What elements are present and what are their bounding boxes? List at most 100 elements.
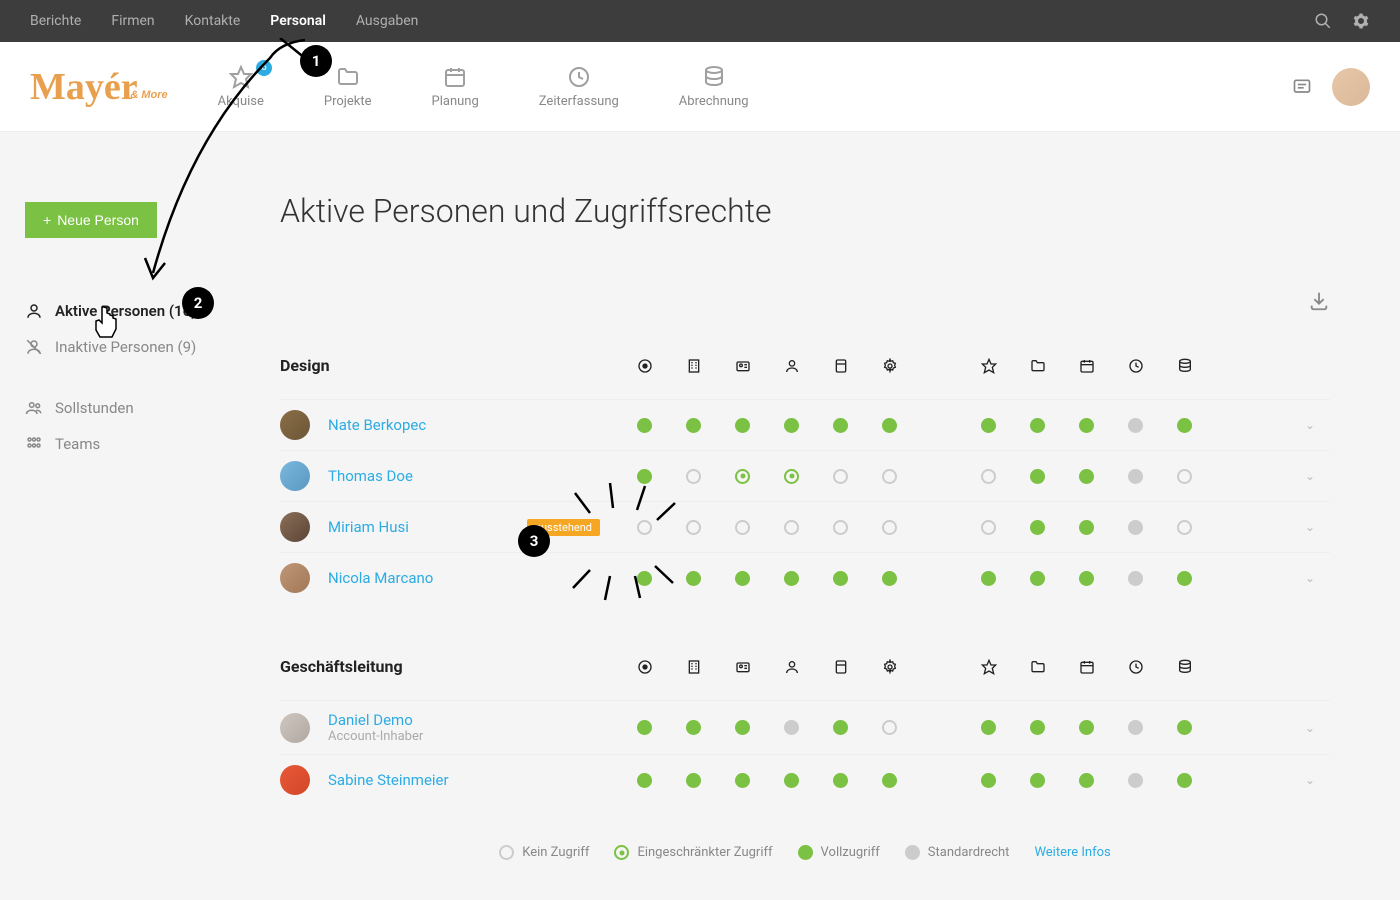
top-nav-ausgaben[interactable]: Ausgaben <box>356 13 419 29</box>
perm-cell[interactable] <box>669 418 718 433</box>
expand-button[interactable]: ⌄ <box>1290 469 1330 483</box>
perm-cell[interactable] <box>865 520 914 535</box>
perm-cell[interactable] <box>620 571 669 586</box>
perm-cell[interactable] <box>669 520 718 535</box>
expand-button[interactable]: ⌄ <box>1290 418 1330 432</box>
person-link[interactable]: Thomas Doe <box>328 467 413 485</box>
expand-button[interactable]: ⌄ <box>1290 571 1330 585</box>
perm-cell[interactable] <box>964 571 1013 586</box>
perm-cell[interactable] <box>964 418 1013 433</box>
perm-cell[interactable] <box>1111 773 1160 788</box>
perm-cell[interactable] <box>865 418 914 433</box>
main-nav-abrechnung[interactable]: Abrechnung <box>679 65 749 109</box>
perm-cell[interactable] <box>1013 418 1062 433</box>
avatar[interactable] <box>1332 68 1370 106</box>
perm-dot-full <box>735 571 750 586</box>
perm-cell[interactable] <box>1013 720 1062 735</box>
perm-cell[interactable] <box>1160 773 1209 788</box>
perm-cell[interactable] <box>1160 571 1209 586</box>
perm-cell[interactable] <box>767 469 816 484</box>
perm-cell[interactable] <box>816 469 865 484</box>
perm-cell[interactable] <box>620 773 669 788</box>
add-user-button[interactable]: + Neue Person <box>25 202 157 238</box>
perm-cell[interactable] <box>1062 773 1111 788</box>
perm-cell[interactable] <box>718 418 767 433</box>
perm-cell[interactable] <box>964 773 1013 788</box>
main-nav-akquise[interactable]: 6Akquise <box>218 65 264 109</box>
top-nav-berichte[interactable]: Berichte <box>30 13 81 29</box>
legend-more-link[interactable]: Weitere Infos <box>1034 845 1110 860</box>
sidebar-item[interactable]: Teams <box>25 426 245 462</box>
perm-cell[interactable] <box>669 773 718 788</box>
perm-cell[interactable] <box>718 469 767 484</box>
perm-cell[interactable] <box>1160 520 1209 535</box>
perm-cell[interactable] <box>1062 520 1111 535</box>
perm-cell[interactable] <box>669 571 718 586</box>
perm-cell[interactable] <box>1160 720 1209 735</box>
perm-cell[interactable] <box>1111 520 1160 535</box>
perm-cell[interactable] <box>1062 720 1111 735</box>
perm-cell[interactable] <box>620 418 669 433</box>
perm-cell[interactable] <box>1160 469 1209 484</box>
person-link[interactable]: Miriam Husi <box>328 518 409 536</box>
person-link[interactable]: Nate Berkopec <box>328 416 426 434</box>
top-nav-kontakte[interactable]: Kontakte <box>185 13 241 29</box>
perm-cell[interactable] <box>1013 469 1062 484</box>
main-nav-planung[interactable]: Planung <box>432 65 479 109</box>
perm-cell[interactable] <box>964 720 1013 735</box>
person-link[interactable]: Sabine Steinmeier <box>328 771 449 789</box>
perm-cell[interactable] <box>767 520 816 535</box>
perm-cell[interactable] <box>865 571 914 586</box>
perm-cell[interactable] <box>718 571 767 586</box>
perm-cell[interactable] <box>767 773 816 788</box>
perm-cell[interactable] <box>816 571 865 586</box>
perm-cell[interactable] <box>1013 520 1062 535</box>
perm-cell[interactable] <box>767 720 816 735</box>
perm-cell[interactable] <box>816 773 865 788</box>
perm-cell[interactable] <box>1160 418 1209 433</box>
perm-cell[interactable] <box>1062 571 1111 586</box>
main-nav-zeiterfassung[interactable]: Zeiterfassung <box>539 65 619 109</box>
perm-cell[interactable] <box>816 418 865 433</box>
search-icon[interactable] <box>1314 12 1332 30</box>
download-icon[interactable] <box>1308 290 1330 312</box>
perm-cell[interactable] <box>964 520 1013 535</box>
avatar <box>280 713 310 743</box>
perm-cell[interactable] <box>1111 720 1160 735</box>
perm-cell[interactable] <box>1111 571 1160 586</box>
top-nav-firmen[interactable]: Firmen <box>111 13 154 29</box>
perm-cell[interactable] <box>718 520 767 535</box>
perm-cell[interactable] <box>865 469 914 484</box>
perm-cell[interactable] <box>669 720 718 735</box>
perm-cell[interactable] <box>816 520 865 535</box>
perm-cell[interactable] <box>1111 418 1160 433</box>
perm-cell[interactable] <box>1062 469 1111 484</box>
main-nav-projekte[interactable]: Projekte <box>324 65 372 109</box>
perm-cell[interactable] <box>1013 773 1062 788</box>
perm-cell[interactable] <box>1062 418 1111 433</box>
person-link[interactable]: Daniel Demo <box>328 711 423 729</box>
expand-button[interactable]: ⌄ <box>1290 721 1330 735</box>
person-link[interactable]: Nicola Marcano <box>328 569 433 587</box>
perm-cell[interactable] <box>669 469 718 484</box>
message-icon[interactable] <box>1292 77 1312 97</box>
top-nav-personal[interactable]: Personal <box>270 13 326 29</box>
perm-cell[interactable] <box>964 469 1013 484</box>
sidebar-item[interactable]: Sollstunden <box>25 390 245 426</box>
expand-button[interactable]: ⌄ <box>1290 520 1330 534</box>
perm-cell[interactable] <box>1013 571 1062 586</box>
perm-cell[interactable] <box>620 520 669 535</box>
perm-cell[interactable] <box>816 720 865 735</box>
perm-cell[interactable] <box>767 418 816 433</box>
expand-button[interactable]: ⌄ <box>1290 773 1330 787</box>
perm-cell[interactable] <box>865 773 914 788</box>
sidebar-item[interactable]: Inaktive Personen (9) <box>25 329 245 365</box>
perm-cell[interactable] <box>718 720 767 735</box>
perm-cell[interactable] <box>620 469 669 484</box>
perm-cell[interactable] <box>1111 469 1160 484</box>
perm-cell[interactable] <box>718 773 767 788</box>
perm-cell[interactable] <box>620 720 669 735</box>
gear-icon[interactable] <box>1352 12 1370 30</box>
perm-cell[interactable] <box>767 571 816 586</box>
perm-cell[interactable] <box>865 720 914 735</box>
